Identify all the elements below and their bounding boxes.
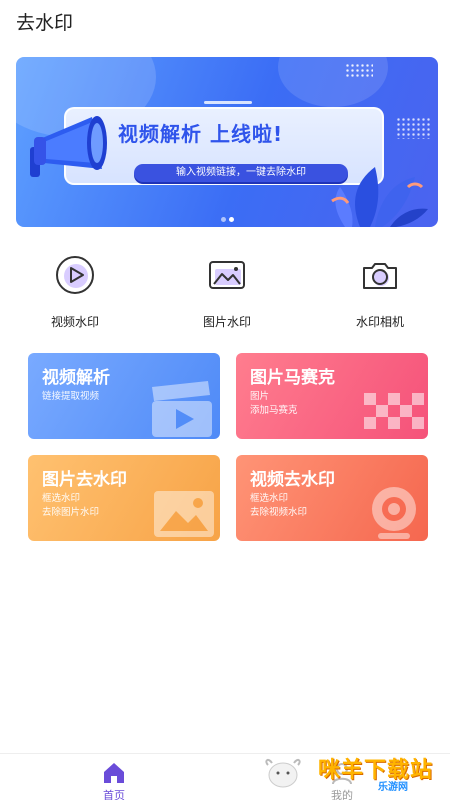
tab-label: 首页 (103, 789, 125, 800)
webcam-icon (372, 487, 416, 539)
tile-video-remove-watermark[interactable]: 视频去水印 框选水印 去除视频水印 (236, 455, 428, 541)
tile-subtitle: 图片 添加马赛克 (250, 390, 298, 418)
play-circle-icon (56, 256, 94, 294)
tile-title: 图片马赛克 (250, 368, 335, 388)
tile-image-mosaic[interactable]: 图片马赛克 图片 添加马赛克 (236, 353, 428, 439)
tile-image-remove-watermark[interactable]: 图片去水印 框选水印 去除图片水印 (28, 455, 220, 541)
tab-home[interactable]: 首页 (74, 754, 154, 800)
mosaic-icon (364, 393, 424, 429)
carousel-dot[interactable] (221, 217, 226, 222)
tile-video-parse[interactable]: 视频解析 链接提取视频 (28, 353, 220, 439)
tab-label: 我的 (331, 789, 353, 800)
carousel-dot-active[interactable] (229, 217, 234, 222)
quick-action-label: 视频水印 (50, 315, 99, 329)
banner-decor-line (204, 101, 252, 104)
banner-subtext: 输入视频链接，一键去除水印 (134, 164, 348, 182)
goat-logo-icon (265, 758, 301, 788)
tile-subtitle-line: 去除视频水印 (250, 507, 308, 518)
megaphone-icon (30, 116, 107, 177)
quick-action-image-watermark[interactable]: 图片水印 (187, 255, 267, 330)
quick-action-label: 水印相机 (355, 315, 404, 329)
tile-subtitle: 链接提取视频 (42, 390, 99, 404)
tile-subtitle-line: 添加马赛克 (250, 405, 298, 416)
banner-headline: 视频解析 上线啦! (118, 122, 284, 146)
tile-title: 图片去水印 (42, 470, 127, 490)
banner-dots-decor (396, 117, 430, 139)
promo-banner[interactable]: 视频解析 上线啦! 输入视频链接，一键去除水印 (16, 57, 438, 227)
plant-decor-icon (331, 167, 428, 227)
tile-subtitle-line: 图片 (250, 391, 270, 402)
tile-subtitle: 框选水印 去除视频水印 (250, 492, 307, 520)
site-watermark-logo: 咪羊下载站 (318, 758, 434, 783)
quick-action-watermark-camera[interactable]: 水印相机 (340, 255, 420, 330)
film-clapper-icon (152, 381, 212, 437)
page-title: 去水印 (16, 12, 74, 34)
carousel-indicator[interactable] (221, 217, 234, 222)
image-icon (209, 261, 245, 289)
tile-title: 视频解析 (42, 368, 110, 388)
picture-icon (154, 491, 214, 537)
site-watermark-sub: 乐游网 (378, 782, 408, 793)
quick-action-label: 图片水印 (202, 315, 251, 329)
quick-action-video-watermark[interactable]: 视频水印 (35, 255, 115, 330)
tile-subtitle-line: 框选水印 (42, 493, 81, 504)
tile-subtitle: 框选水印 去除图片水印 (42, 492, 99, 520)
tile-subtitle-line: 链接提取视频 (42, 391, 100, 402)
tile-subtitle-line: 框选水印 (250, 493, 289, 504)
tile-title: 视频去水印 (250, 470, 335, 490)
banner-dots-decor (345, 63, 373, 77)
tile-subtitle-line: 去除图片水印 (42, 507, 100, 518)
home-icon (104, 763, 124, 783)
camera-icon (363, 263, 397, 289)
